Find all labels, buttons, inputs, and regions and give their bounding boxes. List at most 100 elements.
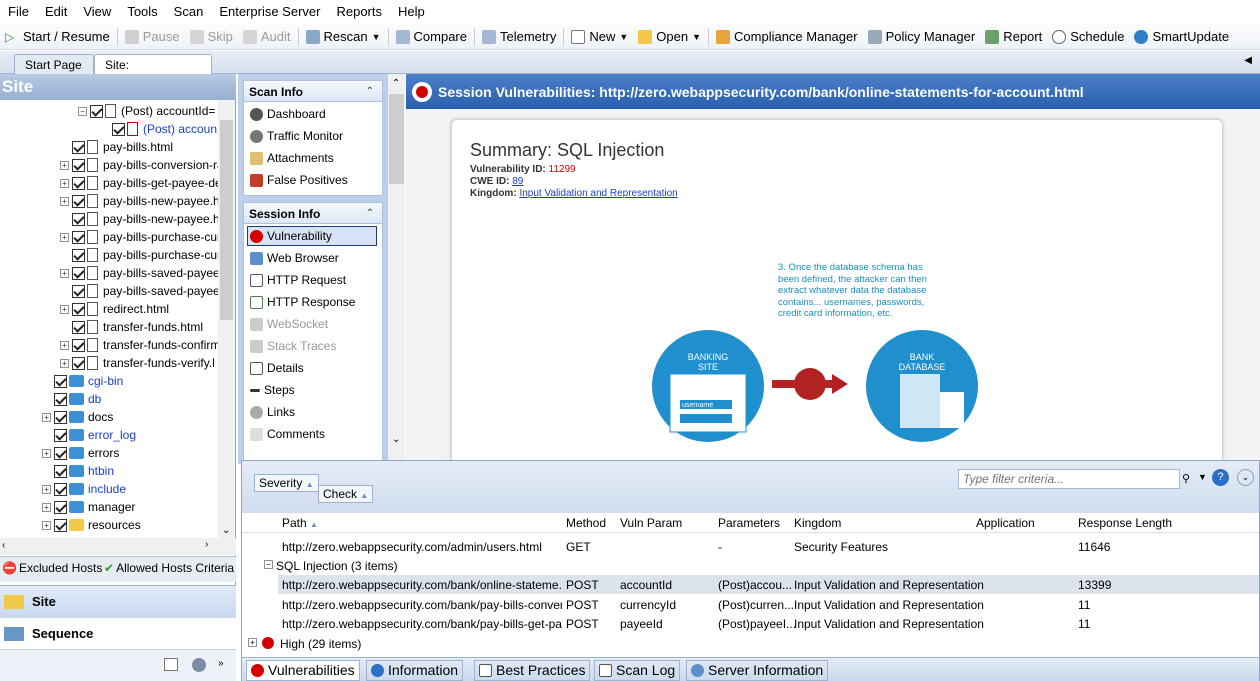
expand-icon[interactable]: + — [42, 448, 51, 458]
group-row-high[interactable]: + High (29 items) — [242, 634, 1259, 653]
tree-checkbox[interactable] — [54, 392, 67, 406]
expand-icon[interactable]: + — [60, 268, 69, 278]
chevron-down-icon[interactable]: ▼ — [692, 32, 701, 42]
group-chip-severity[interactable]: Severity ▲ — [254, 474, 319, 492]
table-row[interactable]: http://zero.webappsecurity.com/admin/use… — [242, 537, 1259, 556]
tree-vertical-scrollbar[interactable]: ⌄ — [218, 100, 235, 538]
expand-icon[interactable]: + — [248, 638, 257, 647]
tree-node[interactable]: + resources — [42, 516, 141, 534]
session-item-web-browser[interactable]: Web Browser — [250, 248, 339, 268]
expand-icon[interactable]: + — [42, 412, 51, 422]
tree-node[interactable]: + include — [42, 480, 126, 498]
table-row[interactable]: http://zero.webappsecurity.com/bank/pay-… — [278, 614, 1259, 633]
schedule-button[interactable]: Schedule — [1047, 26, 1129, 48]
expand-icon[interactable]: + — [42, 502, 51, 512]
expand-icon[interactable]: + — [60, 178, 69, 188]
scrollbar-thumb[interactable] — [389, 94, 404, 184]
tab-scroll-left-icon[interactable]: ◀ — [1244, 55, 1252, 66]
session-item-links[interactable]: Links — [250, 402, 295, 422]
tab-start-page[interactable]: Start Page — [14, 54, 94, 74]
expand-icon[interactable]: + — [60, 358, 69, 368]
kingdom-link[interactable]: Input Validation and Representation — [519, 188, 677, 199]
tree-checkbox[interactable] — [72, 266, 85, 280]
tree-node[interactable]: db — [42, 390, 101, 408]
collapse-icon[interactable]: ⌃ — [366, 81, 374, 103]
tree-checkbox[interactable] — [72, 356, 85, 370]
open-button[interactable]: Open ▼ — [633, 26, 706, 48]
rescan-button[interactable]: Rescan ▼ — [301, 26, 386, 48]
tree-checkbox[interactable] — [72, 194, 85, 208]
session-item-http-response[interactable]: HTTP Response — [250, 292, 355, 312]
tab-allowed-hosts[interactable]: ✔ Allowed Hosts Criteria — [104, 561, 234, 575]
compare-button[interactable]: Compare — [391, 26, 472, 48]
tree-node[interactable]: + pay-bills-purchase-curr — [60, 228, 218, 246]
tree-checkbox[interactable] — [72, 338, 85, 352]
session-item-websocket[interactable]: WebSocket — [250, 314, 328, 334]
smartupdate-button[interactable]: SmartUpdate — [1129, 26, 1234, 48]
chevron-down-icon[interactable]: ▼ — [1198, 472, 1207, 482]
expand-icon[interactable]: + — [60, 232, 69, 242]
tree-checkbox[interactable] — [54, 428, 67, 442]
tree-checkbox[interactable] — [90, 104, 103, 118]
tree-node[interactable]: + pay-bills-get-payee-de — [60, 174, 218, 192]
scrollbar-thumb[interactable] — [220, 120, 233, 320]
tree-checkbox[interactable] — [72, 212, 85, 226]
tree-node[interactable]: + pay-bills-conversion-ra — [60, 156, 218, 174]
settings-icon[interactable] — [192, 658, 206, 672]
expand-icon[interactable]: + — [60, 160, 69, 170]
tree-node[interactable]: + docs — [42, 408, 113, 426]
column-application[interactable]: Application — [976, 516, 1035, 530]
tree-checkbox[interactable] — [54, 410, 67, 424]
tree-checkbox[interactable] — [54, 500, 67, 514]
tree-checkbox[interactable] — [112, 122, 125, 136]
tree-checkbox[interactable] — [72, 158, 85, 172]
tree-node[interactable]: + transfer-funds-confirm — [60, 336, 218, 354]
filter-input[interactable] — [958, 469, 1180, 489]
chevron-down-icon[interactable]: ⌄ — [222, 525, 230, 536]
tree-horizontal-scrollbar[interactable]: ‹ › — [0, 538, 236, 555]
tree-checkbox[interactable] — [72, 284, 85, 298]
tree-checkbox[interactable] — [72, 248, 85, 262]
column-kingdom[interactable]: Kingdom — [794, 516, 841, 530]
tree-checkbox[interactable] — [72, 320, 85, 334]
chevron-right-icon[interactable]: › — [205, 539, 208, 550]
tree-node[interactable]: + transfer-funds-verify.l — [60, 354, 215, 372]
tree-checkbox[interactable] — [72, 302, 85, 316]
tree-node[interactable]: htbin — [42, 462, 114, 480]
tree-node[interactable]: + pay-bills-saved-payee — [60, 264, 218, 282]
compliance-manager-button[interactable]: Compliance Manager — [711, 26, 863, 48]
column-response-length[interactable]: Response Length — [1078, 516, 1172, 530]
tree-checkbox[interactable] — [54, 482, 67, 496]
tree-node[interactable]: + errors — [42, 444, 119, 462]
collapse-panel-icon[interactable]: ⌄ — [1237, 469, 1254, 486]
policy-manager-button[interactable]: Policy Manager — [863, 26, 981, 48]
session-item-details[interactable]: Details — [250, 358, 304, 378]
pause-button[interactable]: Pause — [120, 26, 185, 48]
tab-best-practices[interactable]: Best Practices — [474, 660, 591, 681]
scan-info-header[interactable]: Scan Info ⌃ — [243, 80, 383, 102]
tree-checkbox[interactable] — [54, 446, 67, 460]
menu-reports[interactable]: Reports — [328, 0, 390, 24]
table-row[interactable]: http://zero.webappsecurity.com/bank/onli… — [278, 575, 1259, 594]
chevron-left-icon[interactable]: ‹ — [2, 540, 5, 551]
tab-excluded-hosts[interactable]: ⛔ Excluded Hosts — [2, 561, 102, 575]
column-vuln-param[interactable]: Vuln Param — [620, 516, 682, 530]
session-item-steps[interactable]: Steps — [250, 380, 295, 400]
info-pane-scrollbar[interactable]: ⌃ ⌄ — [388, 74, 405, 464]
table-row[interactable]: http://zero.webappsecurity.com/bank/pay-… — [278, 595, 1259, 614]
session-item-comments[interactable]: Comments — [250, 424, 325, 444]
view-icon[interactable] — [164, 658, 178, 671]
expand-icon[interactable]: + — [42, 520, 51, 530]
expand-icon[interactable]: + — [42, 484, 51, 494]
menu-help[interactable]: Help — [390, 0, 433, 24]
column-parameters[interactable]: Parameters — [718, 516, 780, 530]
chevron-right-icon[interactable]: » — [218, 658, 224, 669]
tree-node[interactable]: pay-bills-new-payee.h — [60, 210, 218, 228]
tree-node[interactable]: cgi-bin — [42, 372, 123, 390]
menu-file[interactable]: File — [0, 0, 37, 24]
start-resume-button[interactable]: ▷ Start / Resume — [0, 26, 115, 48]
chevron-up-icon[interactable]: ⌃ — [392, 78, 400, 89]
expand-icon[interactable]: + — [60, 304, 69, 314]
tab-site[interactable]: Site: http://zero.we — [94, 54, 212, 92]
tab-vulnerabilities[interactable]: Vulnerabilities — [246, 660, 360, 681]
